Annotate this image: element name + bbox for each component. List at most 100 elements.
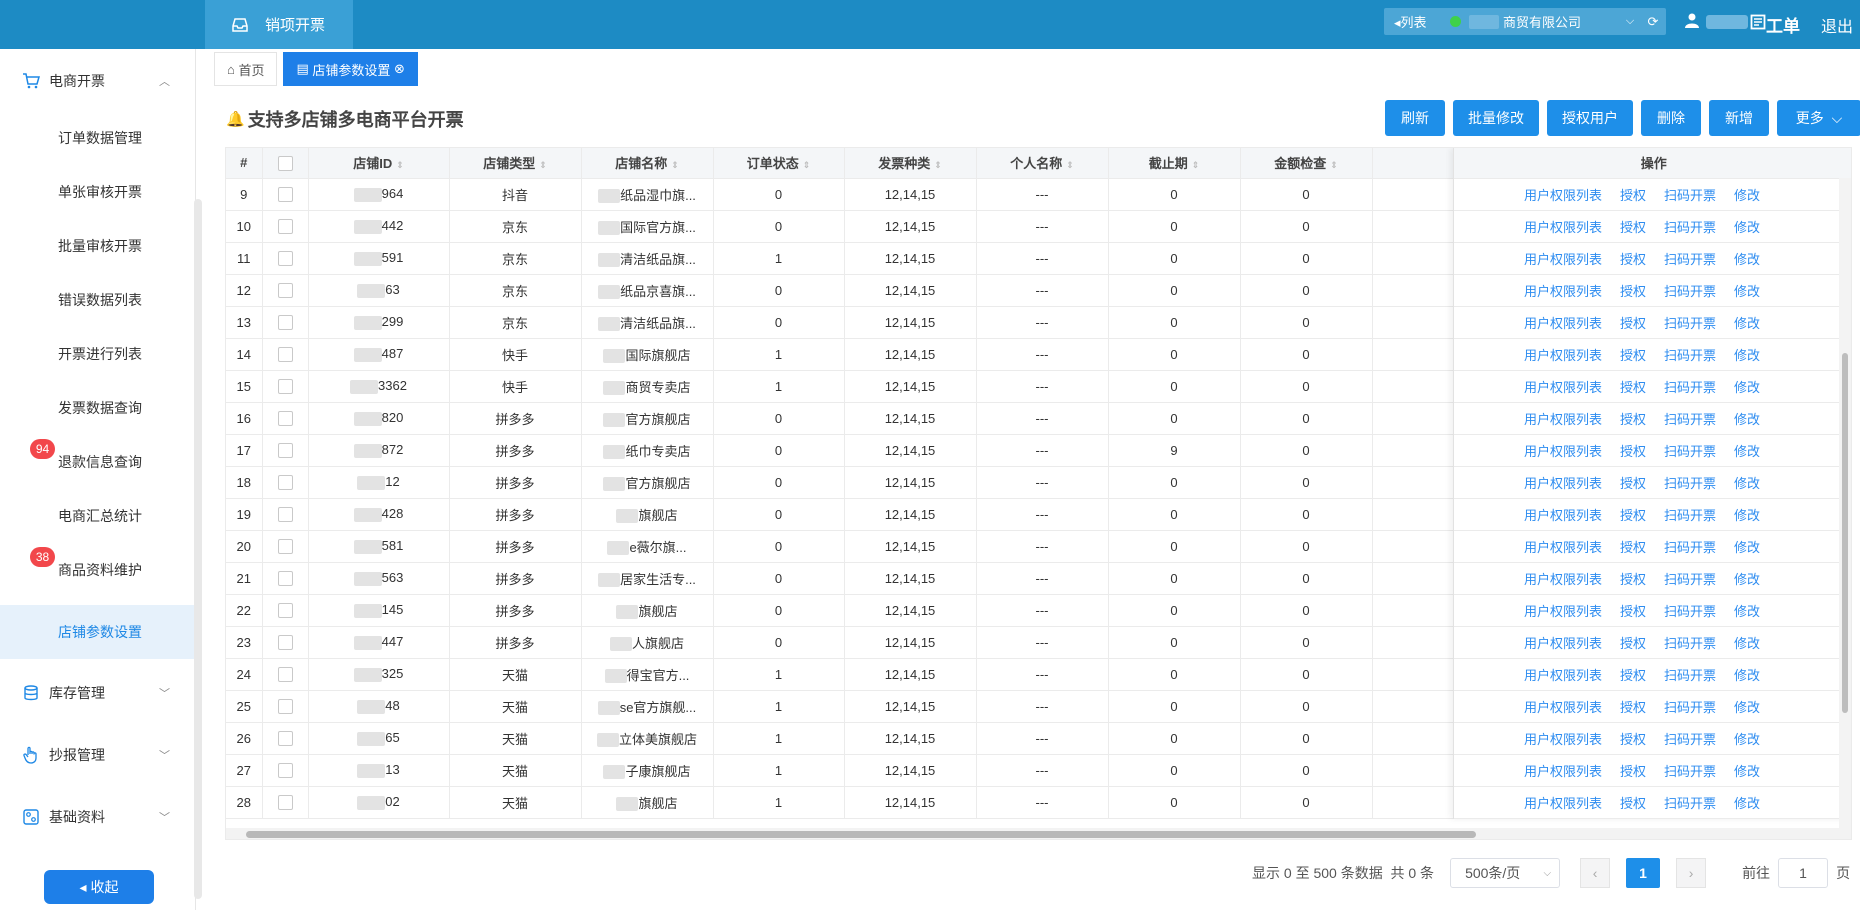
- sidebar-item-single-review[interactable]: 单张审核开票: [0, 165, 194, 219]
- col-store-type[interactable]: 店铺类型 ⇕: [449, 148, 582, 179]
- edit-link[interactable]: 修改: [1734, 732, 1760, 747]
- user-permissions-link[interactable]: 用户权限列表: [1524, 572, 1602, 587]
- edit-link[interactable]: 修改: [1734, 572, 1760, 587]
- sidebar-group-tax-report[interactable]: 抄报管理 ﹀: [0, 735, 194, 775]
- scan-invoice-link[interactable]: 扫码开票: [1664, 188, 1716, 203]
- authorize-link[interactable]: 授权: [1620, 796, 1646, 811]
- edit-link[interactable]: 修改: [1734, 252, 1760, 267]
- edit-link[interactable]: 修改: [1734, 604, 1760, 619]
- sidebar-item-ecom-summary[interactable]: 电商汇总统计: [0, 489, 194, 543]
- edit-link[interactable]: 修改: [1734, 284, 1760, 299]
- refresh-button[interactable]: 刷新: [1385, 100, 1445, 136]
- authorize-link[interactable]: 授权: [1620, 316, 1646, 331]
- edit-link[interactable]: 修改: [1734, 348, 1760, 363]
- delete-button[interactable]: 删除: [1641, 100, 1701, 136]
- sidebar-item-refund-query[interactable]: 94 退款信息查询: [0, 435, 194, 489]
- user-permissions-link[interactable]: 用户权限列表: [1524, 476, 1602, 491]
- sidebar-group-inventory[interactable]: 库存管理 ﹀: [0, 673, 194, 713]
- sidebar-item-error-list[interactable]: 错误数据列表: [0, 273, 194, 327]
- authorize-link[interactable]: 授权: [1620, 348, 1646, 363]
- edit-link[interactable]: 修改: [1734, 636, 1760, 651]
- edit-link[interactable]: 修改: [1734, 508, 1760, 523]
- company-selector[interactable]: ◂列表 商贸有限公司 ⌵ ⟳: [1384, 8, 1666, 35]
- edit-link[interactable]: 修改: [1734, 540, 1760, 555]
- next-page-button[interactable]: ›: [1676, 858, 1707, 888]
- row-checkbox[interactable]: [277, 699, 293, 715]
- list-toggle[interactable]: ◂列表: [1384, 12, 1446, 31]
- sidebar-item-invoicing-progress[interactable]: 开票进行列表: [0, 327, 194, 381]
- edit-link[interactable]: 修改: [1734, 668, 1760, 683]
- page-size-select[interactable]: 500条/页 ⌵: [1450, 858, 1561, 888]
- user-permissions-link[interactable]: 用户权限列表: [1524, 668, 1602, 683]
- sidebar-group-basic-data[interactable]: 基础资料 ﹀: [0, 797, 194, 837]
- scan-invoice-link[interactable]: 扫码开票: [1664, 284, 1716, 299]
- scan-invoice-link[interactable]: 扫码开票: [1664, 604, 1716, 619]
- close-icon[interactable]: ⊗: [390, 61, 405, 77]
- authorize-link[interactable]: 授权: [1620, 412, 1646, 427]
- authorize-link[interactable]: 授权: [1620, 380, 1646, 395]
- authorize-link[interactable]: 授权: [1620, 764, 1646, 779]
- refresh-icon[interactable]: ⟳: [1640, 14, 1666, 30]
- authorize-link[interactable]: 授权: [1620, 700, 1646, 715]
- sidebar-scrollbar[interactable]: [194, 199, 202, 899]
- workorder-link[interactable]: 工单: [1750, 12, 1800, 37]
- row-checkbox[interactable]: [277, 347, 293, 363]
- batch-edit-button[interactable]: 批量修改: [1453, 100, 1539, 136]
- col-order-status[interactable]: 订单状态 ⇕: [713, 148, 845, 179]
- authorize-link[interactable]: 授权: [1620, 636, 1646, 651]
- horizontal-scrollbar[interactable]: [226, 828, 1851, 839]
- user-permissions-link[interactable]: 用户权限列表: [1524, 764, 1602, 779]
- scan-invoice-link[interactable]: 扫码开票: [1664, 540, 1716, 555]
- user-permissions-link[interactable]: 用户权限列表: [1524, 284, 1602, 299]
- scan-invoice-link[interactable]: 扫码开票: [1664, 412, 1716, 427]
- scan-invoice-link[interactable]: 扫码开票: [1664, 668, 1716, 683]
- user-permissions-link[interactable]: 用户权限列表: [1524, 380, 1602, 395]
- edit-link[interactable]: 修改: [1734, 476, 1760, 491]
- edit-link[interactable]: 修改: [1734, 796, 1760, 811]
- col-store-name[interactable]: 店铺名称 ⇕: [581, 148, 714, 179]
- authorize-link[interactable]: 授权: [1620, 444, 1646, 459]
- authorize-link[interactable]: 授权: [1620, 572, 1646, 587]
- scan-invoice-link[interactable]: 扫码开票: [1664, 700, 1716, 715]
- user-permissions-link[interactable]: 用户权限列表: [1524, 188, 1602, 203]
- row-checkbox[interactable]: [277, 475, 293, 491]
- authorize-link[interactable]: 授权: [1620, 508, 1646, 523]
- more-button[interactable]: 更多 ⌵: [1777, 100, 1860, 136]
- edit-link[interactable]: 修改: [1734, 188, 1760, 203]
- top-tab-sales-invoice[interactable]: 销项开票: [205, 0, 353, 49]
- scan-invoice-link[interactable]: 扫码开票: [1664, 796, 1716, 811]
- authorize-link[interactable]: 授权: [1620, 188, 1646, 203]
- authorize-link[interactable]: 授权: [1620, 252, 1646, 267]
- edit-link[interactable]: 修改: [1734, 220, 1760, 235]
- row-checkbox[interactable]: [277, 411, 293, 427]
- sidebar-item-store-settings[interactable]: 店铺参数设置: [0, 605, 194, 659]
- vertical-scrollbar[interactable]: [1839, 178, 1851, 828]
- row-checkbox[interactable]: [277, 667, 293, 683]
- row-checkbox[interactable]: [277, 539, 293, 555]
- authorize-link[interactable]: 授权: [1620, 668, 1646, 683]
- user-permissions-link[interactable]: 用户权限列表: [1524, 540, 1602, 555]
- col-amount-check[interactable]: 金额检查 ⇕: [1240, 148, 1373, 179]
- scan-invoice-link[interactable]: 扫码开票: [1664, 636, 1716, 651]
- scan-invoice-link[interactable]: 扫码开票: [1664, 316, 1716, 331]
- authorize-link[interactable]: 授权: [1620, 604, 1646, 619]
- row-checkbox[interactable]: [277, 571, 293, 587]
- sidebar-item-order-data[interactable]: 订单数据管理: [0, 111, 194, 165]
- col-store-id[interactable]: 店铺ID ⇕: [308, 148, 450, 179]
- sidebar-item-product-maintenance[interactable]: 38 商品资料维护: [0, 543, 194, 597]
- sidebar-item-batch-review[interactable]: 批量审核开票: [0, 219, 194, 273]
- row-checkbox[interactable]: [277, 219, 293, 235]
- user-permissions-link[interactable]: 用户权限列表: [1524, 508, 1602, 523]
- prev-page-button[interactable]: ‹: [1580, 858, 1611, 888]
- authorize-link[interactable]: 授权: [1620, 540, 1646, 555]
- scan-invoice-link[interactable]: 扫码开票: [1664, 508, 1716, 523]
- sidebar-item-invoice-query[interactable]: 发票数据查询: [0, 381, 194, 435]
- user-permissions-link[interactable]: 用户权限列表: [1524, 412, 1602, 427]
- row-checkbox[interactable]: [277, 187, 293, 203]
- edit-link[interactable]: 修改: [1734, 380, 1760, 395]
- user-permissions-link[interactable]: 用户权限列表: [1524, 732, 1602, 747]
- page-number[interactable]: 1: [1626, 858, 1661, 888]
- col-deadline[interactable]: 截止期 ⇕: [1108, 148, 1241, 179]
- scan-invoice-link[interactable]: 扫码开票: [1664, 572, 1716, 587]
- sidebar-group-ecommerce-invoice[interactable]: 电商开票 ︿: [0, 61, 194, 101]
